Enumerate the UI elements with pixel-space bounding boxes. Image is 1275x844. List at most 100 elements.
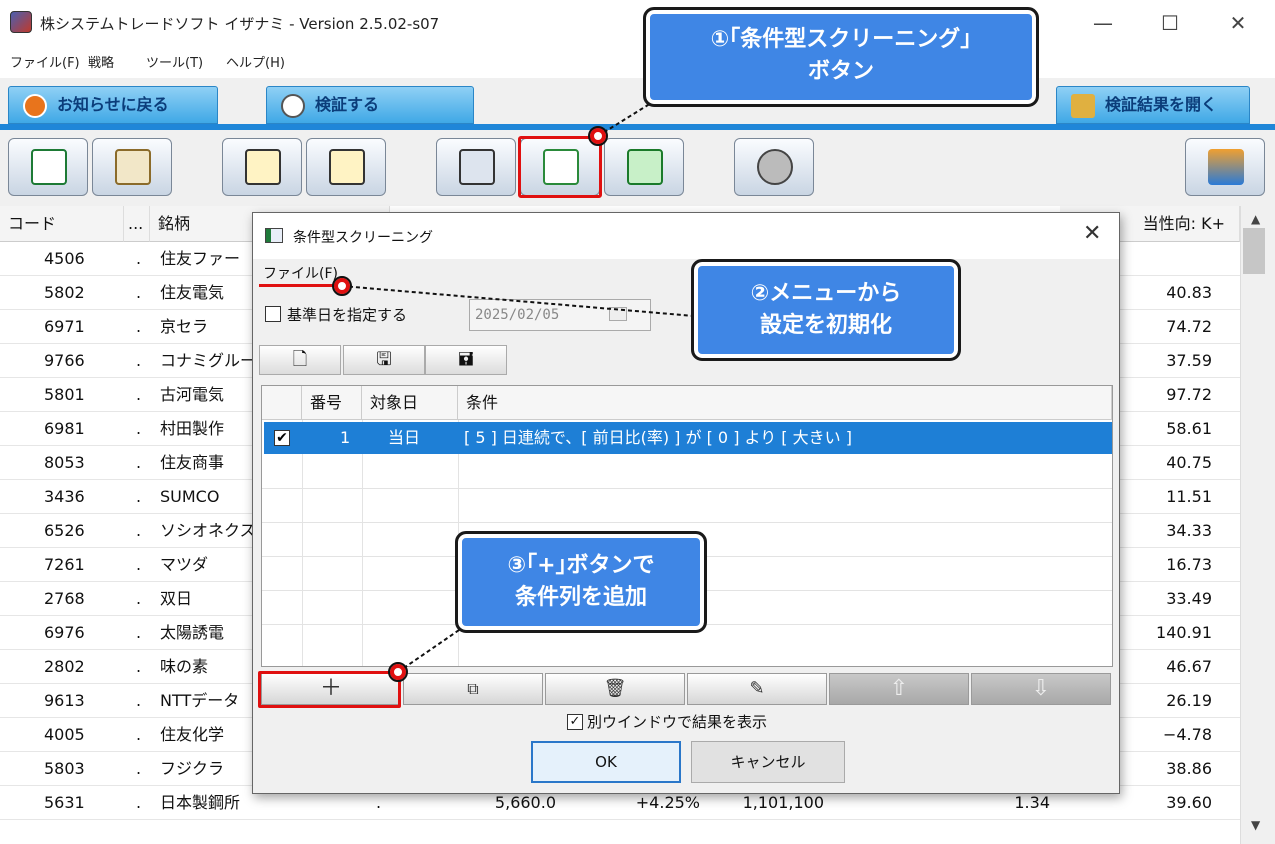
row-ratio-value: 74.72 — [1166, 317, 1212, 336]
scroll-up-icon[interactable]: ▲ — [1251, 212, 1260, 226]
date-spin-icon[interactable] — [609, 307, 627, 321]
surf-button[interactable] — [1185, 138, 1265, 196]
row-name: 味の素 — [160, 657, 209, 676]
col-header-code[interactable]: コード — [0, 206, 124, 242]
row-dot: . — [136, 555, 142, 574]
callout-screening-button: ①｢条件型スクリーニング｣ ボタン — [643, 7, 1039, 107]
window-title: 株システムトレードソフト イザナミ - Version 2.5.02-s07 — [40, 15, 440, 33]
table-icon — [115, 149, 151, 185]
move-down-button[interactable]: ⇩ — [971, 673, 1111, 705]
row-ratio-value: 40.75 — [1166, 453, 1212, 472]
row-ratio-value: 58.61 — [1166, 419, 1212, 438]
menu-bar: ファイル(F) 戦略 ツール(T) ヘルプ(H) — [0, 46, 1275, 74]
maximize-button[interactable]: ☐ — [1150, 8, 1190, 38]
tab-open-results[interactable]: 検証結果を開く — [1056, 86, 1250, 124]
watch-settings-button[interactable] — [306, 138, 386, 196]
move-up-button[interactable]: ⇧ — [829, 673, 969, 705]
row-checkbox[interactable]: ✔ — [274, 430, 290, 446]
basedate-checkbox[interactable] — [265, 306, 281, 322]
row-dot: . — [136, 521, 142, 540]
cancel-button[interactable]: キャンセル — [691, 741, 845, 783]
row-ratio-value: 33.49 — [1166, 589, 1212, 608]
delete-condition-button[interactable]: 🗑 — [545, 673, 685, 705]
row-dot: . — [136, 759, 142, 778]
tab-row: お知らせに戻る 検証する 検証結果を開く — [0, 78, 1275, 128]
edit-condition-button[interactable]: ✎ — [687, 673, 827, 705]
close-button[interactable]: ✕ — [1218, 8, 1258, 38]
save-as-button[interactable]: 🖬 — [425, 345, 507, 375]
row-name: 古河電気 — [160, 385, 225, 404]
condition-screening-dialog: 条件型スクリーニング ✕ ファイル(F) 基準日を指定する 2025/02/05… — [252, 212, 1120, 794]
callout2-line1: ②メニューから — [750, 281, 902, 306]
dialog-close-button[interactable]: ✕ — [1083, 221, 1101, 246]
row-name: ソシオネクス — [160, 521, 256, 540]
row-code: 2768 — [44, 589, 85, 608]
grid-line — [262, 488, 1112, 489]
row-code: 6526 — [44, 521, 85, 540]
row-ratio-value: 38.86 — [1166, 759, 1212, 778]
tab-back-to-news[interactable]: お知らせに戻る — [8, 86, 218, 124]
csv-icon — [31, 149, 67, 185]
row-name: コナミグルー — [160, 351, 257, 370]
dialog-menu-file[interactable]: ファイル(F) — [263, 263, 338, 283]
row-code: 5631 — [44, 793, 85, 812]
callout3-line2: 条件列を追加 — [514, 585, 647, 610]
history-button[interactable] — [734, 138, 814, 196]
eye-gear-icon — [329, 149, 365, 185]
scroll-thumb[interactable] — [1243, 228, 1265, 274]
surfboard-icon — [1208, 149, 1244, 185]
row-code: 8053 — [44, 453, 85, 472]
row-dot: . — [136, 283, 142, 302]
grid-line — [302, 420, 303, 666]
tab-verify[interactable]: 検証する — [266, 86, 474, 124]
row-code: 9766 — [44, 351, 85, 370]
row-name: 双日 — [160, 589, 193, 608]
watch-list-button[interactable] — [222, 138, 302, 196]
row-dot: . — [136, 623, 142, 642]
eye-refresh-icon — [459, 149, 495, 185]
row-ratio-value: 16.73 — [1166, 555, 1212, 574]
save-icon: 🖫 — [376, 349, 392, 370]
row-name: 住友電気 — [160, 283, 225, 302]
separate-window-label: 別ウインドウで結果を表示 — [587, 713, 768, 731]
vertical-scrollbar[interactable]: ▲ ▼ — [1240, 206, 1275, 844]
bar-magnifier-icon — [627, 149, 663, 185]
ranking-screening-button[interactable] — [604, 138, 684, 196]
export-csv-button[interactable] — [8, 138, 88, 196]
row-ratio-value: 34.33 — [1166, 521, 1212, 540]
menu-help[interactable]: ヘルプ(H) — [226, 52, 285, 71]
copy-condition-button[interactable]: ⧉ — [403, 673, 543, 705]
save-button[interactable]: 🖫 — [343, 345, 425, 375]
row-name: マツダ — [160, 555, 209, 574]
row-name: フジクラ — [160, 759, 225, 778]
grid-line — [362, 420, 363, 666]
th-target-day: 対象日 — [362, 386, 458, 420]
row-dot: . — [136, 793, 142, 812]
row-code: 5801 — [44, 385, 85, 404]
row-dot: . — [136, 691, 142, 710]
scroll-down-icon[interactable]: ▼ — [1251, 818, 1260, 832]
edit-icon: ✎ — [749, 678, 765, 699]
menu-strategy[interactable]: 戦略 — [88, 52, 114, 71]
new-file-button[interactable]: 🗋 — [259, 345, 341, 375]
watch-refresh-button[interactable] — [436, 138, 516, 196]
row-dot: . — [136, 589, 142, 608]
menu-tools[interactable]: ツール(T) — [146, 52, 203, 71]
row-name: 住友ファー — [160, 249, 241, 268]
table-edit-button[interactable] — [92, 138, 172, 196]
row-ratio-value: −4.78 — [1162, 725, 1212, 744]
results-icon — [1071, 94, 1095, 118]
col-header-dots[interactable]: ... — [124, 206, 150, 242]
title-bar: 株システムトレードソフト イザナミ - Version 2.5.02-s07 —… — [0, 0, 1275, 46]
separate-window-checkbox[interactable]: ✓ — [567, 714, 583, 730]
row-code: 6981 — [44, 419, 85, 438]
th-number: 番号 — [302, 386, 362, 420]
ok-button[interactable]: OK — [531, 741, 681, 783]
condition-row-selected[interactable]: ✔ 1 当日 [ 5 ] 日連続で、[ 前日比(率) ] が [ 0 ] より … — [264, 422, 1112, 454]
arrow-up-icon: ⇧ — [889, 676, 909, 701]
screening-button-highlight — [518, 136, 602, 198]
menu-file[interactable]: ファイル(F) — [10, 52, 80, 71]
row-name: 京セラ — [160, 317, 209, 336]
minimize-button[interactable]: — — [1083, 8, 1123, 38]
row-dot: . — [136, 657, 142, 676]
